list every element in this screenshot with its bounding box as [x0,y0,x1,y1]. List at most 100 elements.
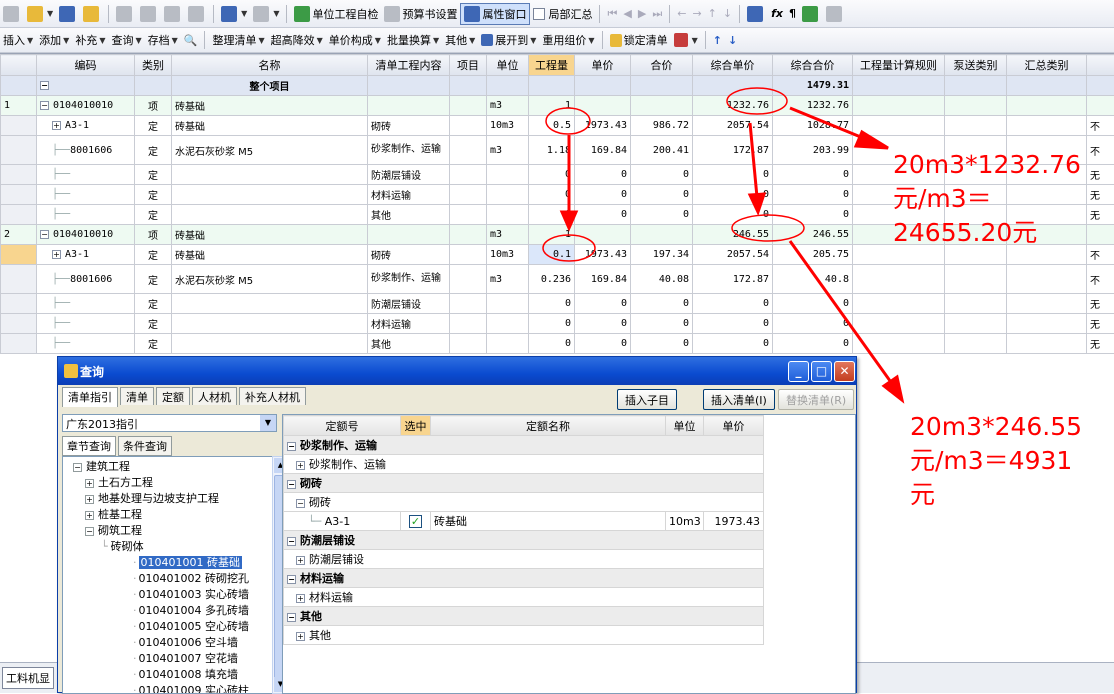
cell-name[interactable]: 砖基础 [172,96,368,116]
tree-node[interactable]: −砌筑工程 [85,523,142,539]
cell-calc-rule[interactable] [853,314,945,334]
tree-node[interactable]: +土石方工程 [85,475,153,491]
quota-group-row[interactable]: −防潮层铺设 [284,531,764,550]
tab-labor-material[interactable]: 人材机 [192,387,237,405]
tab-supplement-material[interactable]: 补充人材机 [239,387,306,405]
expand-icon[interactable]: + [85,495,94,504]
row-number[interactable]: 2 [1,225,37,245]
quota-subgroup-row[interactable]: −砌砖 [284,493,764,512]
cell-calc-rule[interactable] [853,334,945,354]
qcol-unit[interactable]: 单位 [666,416,704,436]
collapse-icon[interactable]: − [40,230,49,239]
cell-category[interactable]: 项 [135,225,172,245]
save-button[interactable] [56,3,80,25]
calculator-button[interactable] [744,3,768,25]
last-button[interactable]: ⏭ [649,3,665,25]
row-number[interactable] [1,314,37,334]
cell-item[interactable] [450,116,487,136]
cell-unit-price[interactable]: 172.87 [693,136,773,165]
cell-extra[interactable]: 无 [1087,334,1114,354]
cell-unit[interactable]: m3 [487,136,529,165]
col-category[interactable]: 类别 [135,55,172,76]
cell-item[interactable] [450,265,487,294]
tree-node[interactable]: ·010401005 空心砖墙 [133,619,249,635]
cell-summary-type[interactable] [1007,334,1087,354]
row-number[interactable] [1,245,37,265]
cell-unit-price[interactable]: 0 [693,205,773,225]
cell-price[interactable]: 1973.43 [575,116,631,136]
cell-pump-type[interactable] [945,265,1007,294]
cell-total[interactable]: 0 [773,185,853,205]
cell-amount[interactable] [631,225,693,245]
cell-item[interactable] [450,185,487,205]
cell-total[interactable]: 0 [773,205,853,225]
col-content[interactable]: 清单工程内容 [368,55,450,76]
cell-content[interactable] [368,96,450,116]
cell-quantity[interactable]: 0.1 [529,245,575,265]
cell-total[interactable]: 40.8 [773,265,853,294]
new-file-button[interactable] [0,3,24,25]
cell-price[interactable]: 0 [575,205,631,225]
cell-price[interactable]: 0 [575,294,631,314]
tree-node[interactable]: ·010401006 空斗墙 [133,635,238,651]
cell-extra[interactable]: 不 [1087,136,1114,165]
row-number[interactable] [1,136,37,165]
expand-icon[interactable]: + [296,461,305,470]
batch-convert-menu[interactable]: 批量换算▼ [384,29,442,51]
tree-node[interactable]: ·010401003 实心砖墙 [133,587,249,603]
cell-amount[interactable]: 0 [631,205,693,225]
tree-node[interactable]: ·010401009 实心砖柱 [133,683,249,694]
self-check-button[interactable]: 单位工程自检 [291,3,381,25]
cell-quantity[interactable]: 0 [529,205,575,225]
cell-total[interactable]: 1028.77 [773,116,853,136]
cell-price[interactable]: 1973.43 [575,245,631,265]
undo-button[interactable]: ▼ [218,3,250,25]
cell-item[interactable] [450,96,487,116]
cell-calc-rule[interactable] [853,96,945,116]
quota-data-row[interactable]: └─ A3-1✓砖基础10m31973.43 [284,512,764,531]
cell-content[interactable]: 砌砖 [368,116,450,136]
list-view-button[interactable] [823,3,847,25]
quota-group-row[interactable]: −砂浆制作、运输 [284,436,764,455]
cell-name[interactable] [172,314,368,334]
cell-quantity[interactable]: 0.236 [529,265,575,294]
maximize-button[interactable]: □ [811,361,832,382]
cell-quantity[interactable]: 1.18 [529,136,575,165]
folder-button[interactable] [80,3,104,25]
cell-unit-price[interactable]: 2057.54 [693,116,773,136]
cell-summary-type[interactable] [1007,265,1087,294]
binoculars-button[interactable]: 🔍 [181,29,201,51]
cell-content[interactable]: 砂浆制作、运输 [368,265,450,294]
move-left-button[interactable]: ← [674,3,689,25]
move-up-button[interactable]: ↑ [705,3,720,25]
col-code[interactable]: 编码 [37,55,135,76]
col-calc-rule[interactable]: 工程量计算规则 [853,55,945,76]
cell-name[interactable] [172,165,368,185]
col-total[interactable]: 综合合价 [773,55,853,76]
qcol-name[interactable]: 定额名称 [431,416,666,436]
cell-price[interactable]: 169.84 [575,265,631,294]
cell-calc-rule[interactable] [853,116,945,136]
cell-total[interactable]: 203.99 [773,136,853,165]
cell-content[interactable]: 材料运输 [368,314,450,334]
cell-quantity[interactable]: 0 [529,165,575,185]
expand-icon[interactable]: + [85,511,94,520]
move-down-button[interactable]: ↓ [720,3,735,25]
cell-price[interactable]: 0 [575,314,631,334]
lock-list-button[interactable]: 锁定清单 [607,29,671,51]
cell-quantity[interactable]: 0 [529,185,575,205]
collapse-icon[interactable]: − [287,480,296,489]
insert-list-button[interactable]: 插入清单(I) [703,389,775,410]
cell-amount[interactable]: 0 [631,314,693,334]
cell-unit-price[interactable]: 0 [693,314,773,334]
property-window-button[interactable]: 属性窗口 [460,3,530,25]
col-quantity[interactable]: 工程量 [529,55,575,76]
col-unit-price[interactable]: 综合单价 [693,55,773,76]
cell-content[interactable]: 材料运输 [368,185,450,205]
cell-quantity[interactable]: 0 [529,314,575,334]
total-row[interactable]: − 整个项目 1479.31 [1,76,1114,96]
table-row[interactable]: ├──定材料运输00000无 [1,314,1114,334]
cell-category[interactable]: 定 [135,294,172,314]
col-amount[interactable]: 合价 [631,55,693,76]
cell-extra[interactable]: 不 [1087,245,1114,265]
